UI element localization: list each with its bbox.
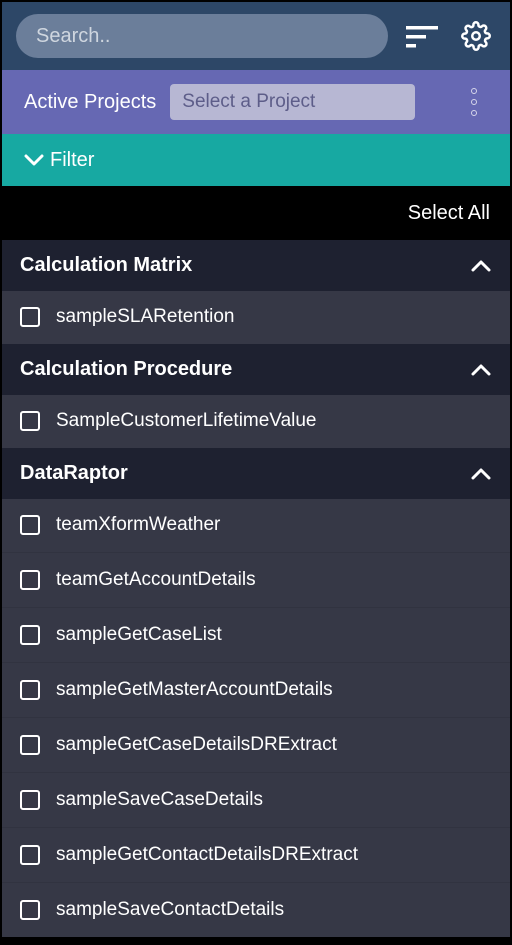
chevron-up-icon bbox=[470, 259, 492, 273]
select-all-button[interactable]: Select All bbox=[408, 202, 490, 225]
item-label: teamGetAccountDetails bbox=[56, 569, 256, 591]
item-label: sampleGetMasterAccountDetails bbox=[56, 679, 333, 701]
list-item[interactable]: sampleGetCaseDetailsDRExtract bbox=[2, 718, 510, 773]
list-item[interactable]: teamGetAccountDetails bbox=[2, 553, 510, 608]
item-label: sampleSaveCaseDetails bbox=[56, 789, 263, 811]
more-menu-icon[interactable] bbox=[460, 88, 488, 116]
item-label: SampleCustomerLifetimeValue bbox=[56, 410, 317, 432]
section-header-calculation-matrix[interactable]: Calculation Matrix bbox=[2, 240, 510, 291]
checkbox[interactable] bbox=[20, 411, 40, 431]
filter-toggle[interactable]: Filter bbox=[2, 134, 510, 186]
section-body-dataraptor: teamXformWeather teamGetAccountDetails s… bbox=[2, 499, 510, 937]
section-title: DataRaptor bbox=[20, 462, 128, 485]
list-item[interactable]: teamXformWeather bbox=[2, 499, 510, 553]
chevron-down-icon bbox=[24, 153, 44, 167]
list-item[interactable]: sampleGetCaseList bbox=[2, 608, 510, 663]
section-header-calculation-procedure[interactable]: Calculation Procedure bbox=[2, 344, 510, 395]
select-all-row: Select All bbox=[2, 186, 510, 240]
project-select-placeholder: Select a Project bbox=[182, 91, 315, 113]
checkbox[interactable] bbox=[20, 735, 40, 755]
item-label: sampleGetCaseDetailsDRExtract bbox=[56, 734, 337, 756]
section-title: Calculation Procedure bbox=[20, 358, 232, 381]
list-item[interactable]: sampleSaveCaseDetails bbox=[2, 773, 510, 828]
gear-icon[interactable] bbox=[456, 16, 496, 56]
projects-bar: Active Projects Select a Project bbox=[2, 70, 510, 134]
chevron-up-icon bbox=[470, 363, 492, 377]
sort-icon[interactable] bbox=[402, 16, 442, 56]
item-label: sampleSaveContactDetails bbox=[56, 899, 284, 921]
list-item[interactable]: sampleSaveContactDetails bbox=[2, 883, 510, 937]
checkbox[interactable] bbox=[20, 307, 40, 327]
checkbox[interactable] bbox=[20, 790, 40, 810]
list-item[interactable]: SampleCustomerLifetimeValue bbox=[2, 395, 510, 448]
chevron-up-icon bbox=[470, 467, 492, 481]
checkbox[interactable] bbox=[20, 515, 40, 535]
item-label: sampleGetContactDetailsDRExtract bbox=[56, 844, 358, 866]
section-body-calculation-matrix: sampleSLARetention bbox=[2, 291, 510, 344]
checkbox[interactable] bbox=[20, 570, 40, 590]
list-item[interactable]: sampleGetMasterAccountDetails bbox=[2, 663, 510, 718]
item-label: sampleGetCaseList bbox=[56, 624, 222, 646]
list-item[interactable]: sampleSLARetention bbox=[2, 291, 510, 344]
filter-label: Filter bbox=[50, 149, 94, 172]
section-header-dataraptor[interactable]: DataRaptor bbox=[2, 448, 510, 499]
checkbox[interactable] bbox=[20, 845, 40, 865]
item-label: teamXformWeather bbox=[56, 514, 220, 536]
top-bar bbox=[2, 2, 510, 70]
list-item[interactable]: sampleGetContactDetailsDRExtract bbox=[2, 828, 510, 883]
active-projects-label: Active Projects bbox=[24, 91, 156, 114]
checkbox[interactable] bbox=[20, 680, 40, 700]
checkbox[interactable] bbox=[20, 900, 40, 920]
section-body-calculation-procedure: SampleCustomerLifetimeValue bbox=[2, 395, 510, 448]
section-title: Calculation Matrix bbox=[20, 254, 192, 277]
search-input[interactable] bbox=[16, 14, 388, 58]
item-label: sampleSLARetention bbox=[56, 306, 235, 328]
project-select[interactable]: Select a Project bbox=[170, 84, 415, 120]
checkbox[interactable] bbox=[20, 625, 40, 645]
